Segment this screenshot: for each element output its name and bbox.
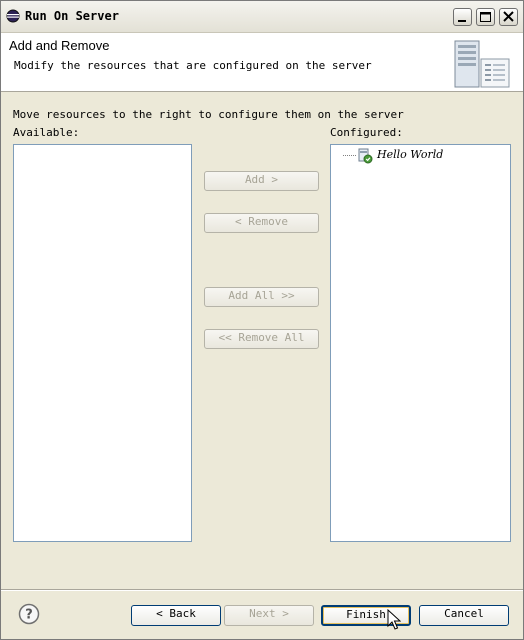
back-button[interactable]: < Back — [131, 605, 221, 626]
footer-separator — [1, 589, 523, 591]
maximize-icon — [480, 12, 491, 22]
tree-connector-icon — [343, 155, 357, 156]
add-all-button[interactable]: Add All >> — [204, 287, 319, 307]
close-window-button[interactable] — [499, 8, 518, 26]
eclipse-icon — [6, 9, 20, 23]
help-icon[interactable]: ? — [18, 603, 40, 625]
instruction-text: Move resources to the right to configure… — [13, 108, 404, 121]
server-wizard-banner-icon — [454, 40, 510, 88]
svg-text:?: ? — [25, 608, 33, 623]
window-title: Run On Server — [25, 9, 119, 23]
maximize-button[interactable] — [476, 8, 495, 26]
wizard-header: Add and Remove Modify the resources that… — [1, 33, 523, 92]
configured-label: Configured: — [330, 126, 403, 139]
tree-item-label: Hello World — [377, 148, 444, 161]
add-button[interactable]: Add > — [204, 171, 319, 191]
page-title: Add and Remove — [9, 38, 110, 53]
title-bar[interactable]: Run On Server — [1, 1, 523, 33]
close-icon — [503, 11, 514, 22]
remove-all-button[interactable]: << Remove All — [204, 329, 319, 349]
mouse-cursor-icon — [387, 609, 401, 630]
remove-button[interactable]: < Remove — [204, 213, 319, 233]
available-list[interactable] — [13, 144, 192, 542]
available-label: Available: — [13, 126, 80, 139]
cancel-button[interactable]: Cancel — [419, 605, 509, 626]
next-button[interactable]: Next > — [224, 605, 314, 626]
configured-list[interactable] — [330, 144, 511, 542]
minimize-button[interactable] — [453, 8, 472, 26]
page-description: Modify the resources that are configured… — [14, 59, 372, 72]
run-on-server-dialog: Run On Server Add and Remove Modify the … — [0, 0, 524, 640]
project-server-icon — [358, 148, 373, 164]
minimize-icon — [458, 20, 466, 22]
